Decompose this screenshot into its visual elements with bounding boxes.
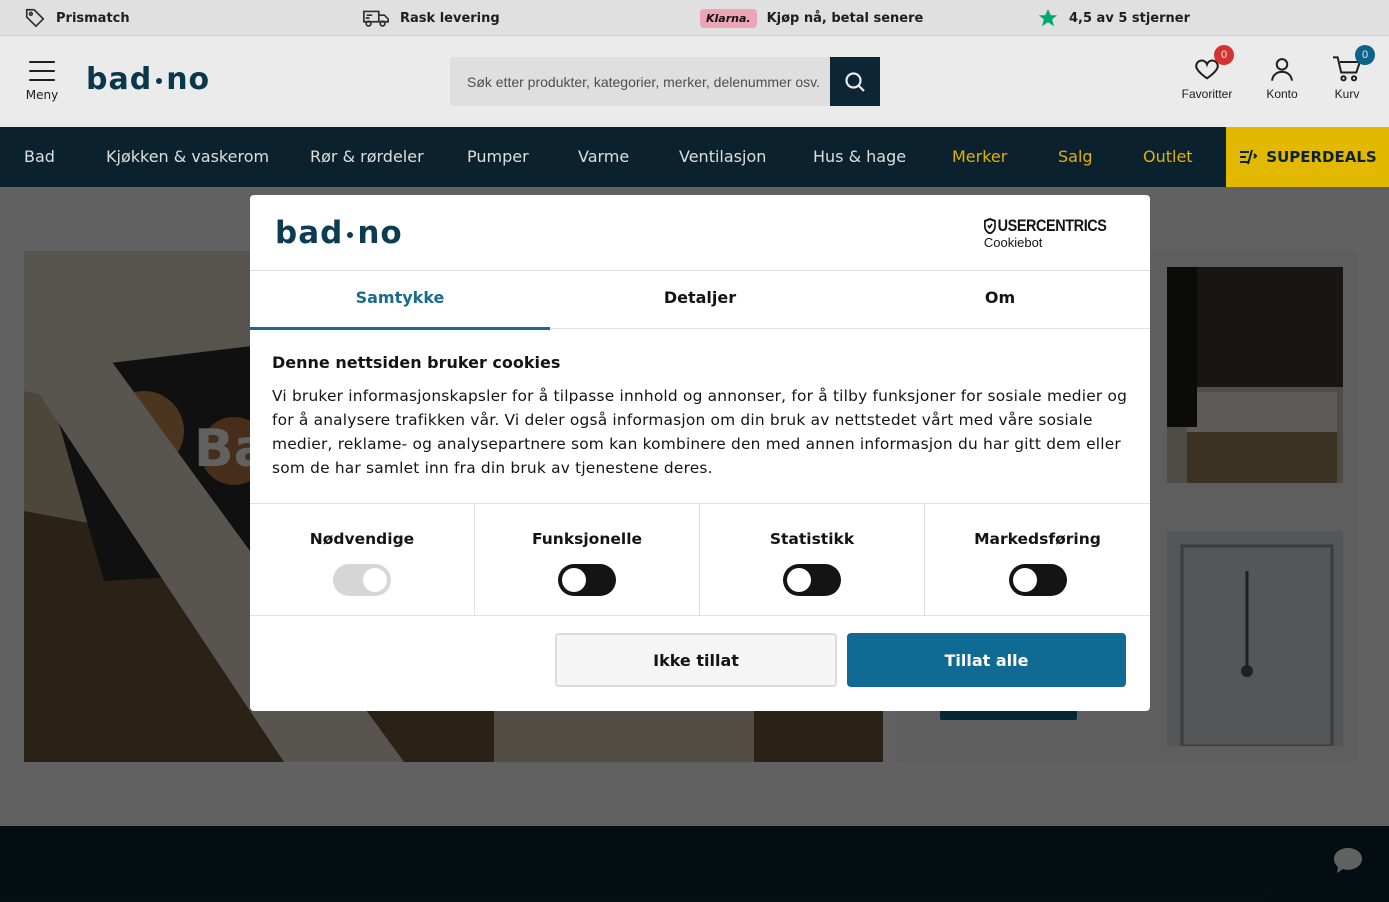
provider-name: USERCENTRICS <box>997 216 1107 235</box>
modal-overlay-top <box>0 0 1389 187</box>
cookiebot-logo[interactable]: USERCENTRICS Cookiebot <box>983 216 1128 250</box>
shield-icon <box>983 217 996 234</box>
consent-label: Markedsføring <box>974 530 1101 548</box>
functional-toggle[interactable] <box>558 564 616 596</box>
cookie-consent-dialog: bad no USERCENTRICS Cookiebot Samtykke De… <box>250 195 1150 711</box>
tab-samtykke[interactable]: Samtykke <box>250 271 550 330</box>
dialog-logo: bad no <box>275 215 403 251</box>
dialog-body: Denne nettsiden bruker cookies Vi bruker… <box>272 353 1132 480</box>
logo-text-left: bad <box>275 215 344 251</box>
consent-necessary: Nødvendige <box>250 504 475 616</box>
allow-all-button[interactable]: Tillat alle <box>847 633 1126 687</box>
tab-detaljer[interactable]: Detaljer <box>550 271 850 329</box>
dialog-tabs: Samtykke Detaljer Om <box>250 271 1150 330</box>
consent-label: Nødvendige <box>309 530 415 548</box>
statistics-toggle[interactable] <box>783 564 841 596</box>
dialog-text: Vi bruker informasjonskapsler for å tilp… <box>272 387 1128 477</box>
consent-options: Nødvendige Funksjonelle Statistikk Marke… <box>250 503 1150 616</box>
dialog-heading: Denne nettsiden bruker cookies <box>272 353 561 372</box>
dialog-header: bad no USERCENTRICS Cookiebot <box>250 195 1150 271</box>
consent-label: Statistikk <box>769 530 855 548</box>
tab-om[interactable]: Om <box>850 271 1150 329</box>
deny-button[interactable]: Ikke tillat <box>555 633 837 687</box>
necessary-toggle <box>333 564 391 596</box>
logo-dot <box>347 231 354 238</box>
consent-functional: Funksjonelle <box>475 504 700 616</box>
consent-label: Funksjonelle <box>531 530 643 548</box>
consent-marketing: Markedsføring <box>925 504 1150 616</box>
consent-statistics: Statistikk <box>700 504 925 616</box>
marketing-toggle[interactable] <box>1008 564 1067 596</box>
provider-sub: Cookiebot <box>983 235 1043 250</box>
logo-text-right: no <box>357 215 403 251</box>
